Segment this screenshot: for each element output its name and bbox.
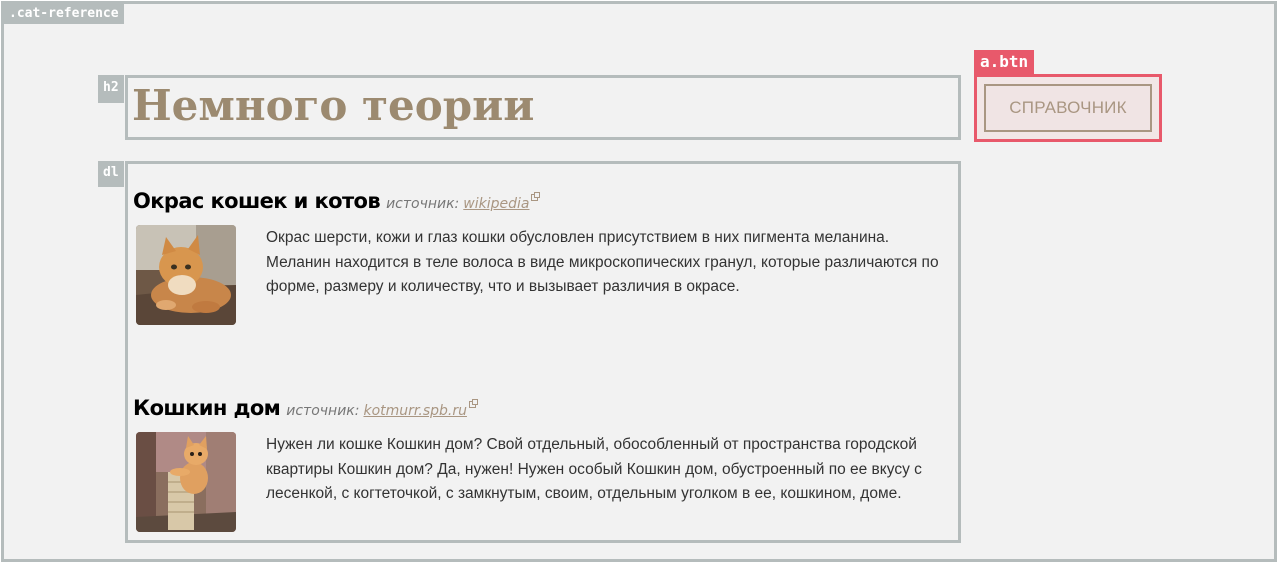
source-label: источник: — [386, 196, 460, 212]
entry-description: Нужен ли кошке Кошкин дом? Свой отдельны… — [266, 436, 922, 502]
reference-button-frame: СПРАВОЧНИК — [974, 74, 1162, 142]
cat-photo — [136, 225, 236, 325]
source-link[interactable]: kotmurr.spb.ru — [363, 403, 467, 419]
list-item: Кошкин дом источник: kotmurr.spb.ru Нуже… — [133, 396, 948, 532]
entry-title-text: Кошкин дом — [133, 396, 281, 420]
source-link[interactable]: wikipedia — [463, 196, 529, 212]
entry-title: Кошкин дом источник: kotmurr.spb.ru — [133, 396, 948, 426]
page-title: Немного теории — [132, 81, 535, 130]
debug-tag-cat-reference: .cat-reference — [4, 4, 124, 24]
entry-title-text: Окрас кошек и котов — [133, 189, 381, 213]
external-link-icon — [468, 399, 478, 408]
entry-title: Окрас кошек и котов источник: wikipedia — [133, 189, 948, 219]
cat-reference-section: .cat-reference h2 Немного теории a.btn С… — [1, 1, 1277, 562]
reference-button[interactable]: СПРАВОЧНИК — [984, 84, 1152, 132]
external-link-icon — [531, 192, 541, 201]
list-item: Окрас кошек и котов источник: wikipedia — [133, 189, 948, 325]
kitten-scratching-post-photo — [136, 432, 236, 532]
debug-tag-btn: a.btn — [974, 50, 1035, 74]
source-label: источник: — [286, 403, 360, 419]
entry-description: Окрас шерсти, кожи и глаз кошки обусловл… — [266, 229, 939, 295]
debug-tag-dl: dl — [98, 161, 124, 187]
debug-tag-h2: h2 — [98, 75, 124, 103]
definition-list: Окрас кошек и котов источник: wikipedia — [125, 161, 961, 543]
heading-box: Немного теории — [125, 75, 961, 140]
